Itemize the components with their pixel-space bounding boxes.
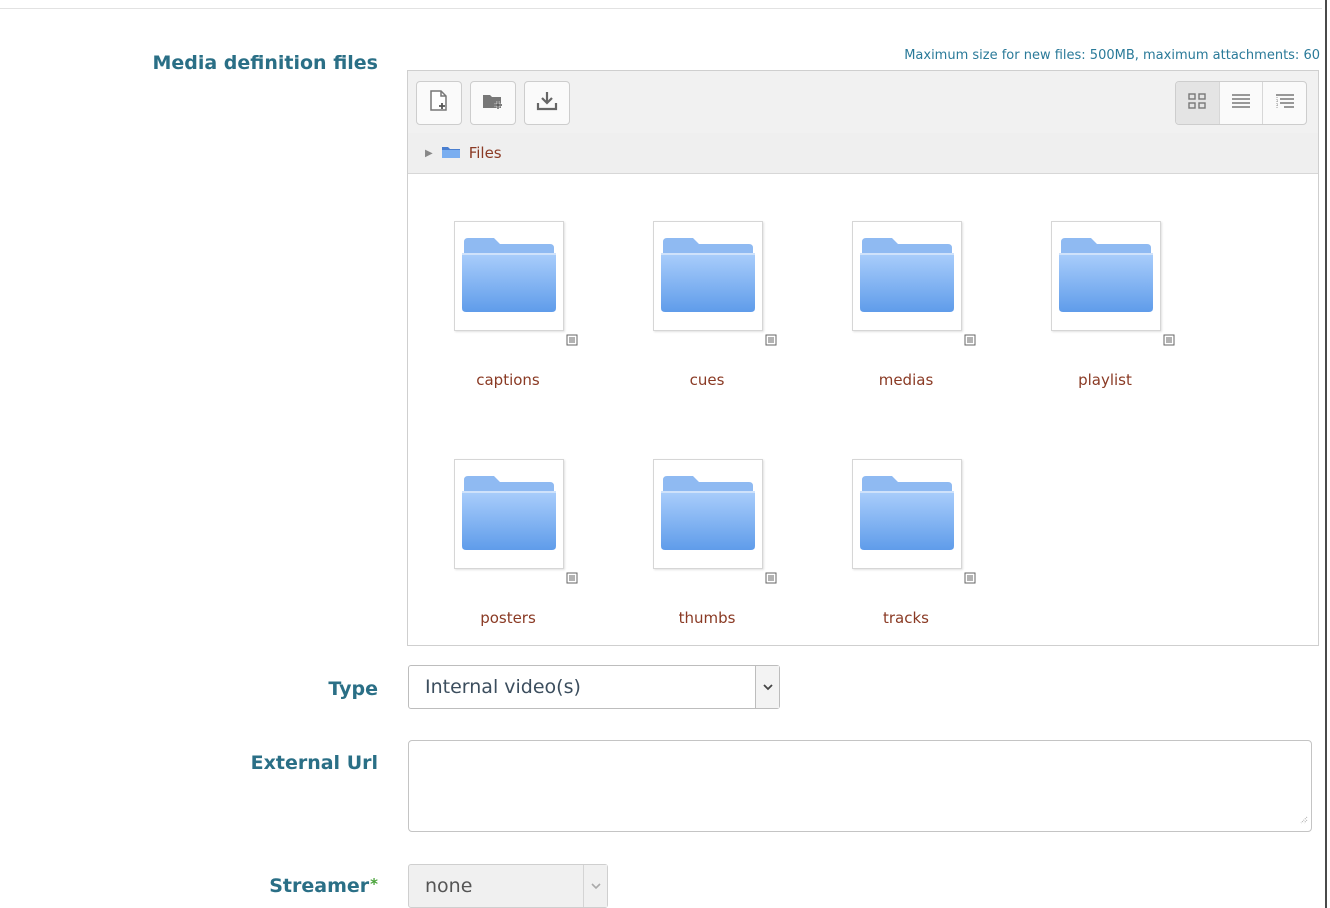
create-folder-icon bbox=[481, 90, 505, 116]
folder-icon bbox=[460, 234, 558, 318]
streamer-label-text: Streamer bbox=[269, 875, 370, 897]
add-file-button[interactable] bbox=[416, 81, 462, 125]
type-select[interactable]: Internal video(s) bbox=[408, 665, 780, 709]
folder-tile-thumbs[interactable]: thumbs bbox=[607, 459, 807, 659]
folder-thumbnail[interactable] bbox=[454, 221, 564, 331]
folder-tile-tracks[interactable]: tracks bbox=[806, 459, 1006, 659]
folder-name[interactable]: captions bbox=[408, 371, 608, 389]
right-border bbox=[1325, 0, 1327, 908]
folder-icon bbox=[659, 472, 757, 556]
folder-icon bbox=[441, 144, 461, 163]
folder-icon bbox=[858, 472, 956, 556]
download-button[interactable] bbox=[524, 81, 570, 125]
folder-name[interactable]: thumbs bbox=[607, 609, 807, 627]
external-url-textarea[interactable] bbox=[408, 740, 1312, 832]
chevron-down-icon bbox=[583, 865, 607, 907]
folder-name[interactable]: medias bbox=[806, 371, 1006, 389]
tree-view-icon bbox=[1274, 92, 1296, 114]
create-folder-button[interactable] bbox=[470, 81, 516, 125]
file-info-icon[interactable] bbox=[765, 569, 777, 588]
folder-tile-playlist[interactable]: playlist bbox=[1005, 221, 1205, 421]
folder-tile-posters[interactable]: posters bbox=[408, 459, 608, 659]
tree-view-button[interactable] bbox=[1263, 82, 1306, 124]
media-files-label: Media definition files bbox=[152, 52, 378, 74]
folder-name[interactable]: cues bbox=[607, 371, 807, 389]
folder-thumbnail[interactable] bbox=[653, 221, 763, 331]
breadcrumb-folder-files[interactable]: Files bbox=[469, 144, 502, 162]
breadcrumb: ▶ Files bbox=[408, 133, 1318, 174]
icons-view-button[interactable] bbox=[1176, 82, 1220, 124]
list-view-icon bbox=[1230, 92, 1252, 114]
add-file-icon bbox=[428, 89, 450, 117]
file-info-icon[interactable] bbox=[765, 331, 777, 350]
folder-tile-cues[interactable]: cues bbox=[607, 221, 807, 421]
streamer-label: Streamer* bbox=[269, 875, 378, 897]
file-manager-toolbar bbox=[408, 71, 1318, 134]
view-switcher bbox=[1175, 81, 1307, 125]
streamer-select-value: none bbox=[425, 875, 473, 897]
file-info-icon[interactable] bbox=[566, 331, 578, 350]
folder-name[interactable]: posters bbox=[408, 609, 608, 627]
folder-icon bbox=[460, 472, 558, 556]
folder-thumbnail[interactable] bbox=[454, 459, 564, 569]
folder-thumbnail[interactable] bbox=[1051, 221, 1161, 331]
type-label: Type bbox=[328, 678, 378, 700]
folder-icon bbox=[858, 234, 956, 318]
file-info-icon[interactable] bbox=[1163, 331, 1175, 350]
grid-view-icon bbox=[1187, 92, 1207, 114]
file-info-icon[interactable] bbox=[964, 569, 976, 588]
download-icon bbox=[535, 90, 559, 116]
top-divider bbox=[0, 8, 1322, 9]
expand-arrow-icon[interactable]: ▶ bbox=[425, 148, 433, 159]
folder-icon bbox=[659, 234, 757, 318]
required-mark: * bbox=[370, 875, 378, 893]
resize-grip-icon[interactable] bbox=[1298, 809, 1308, 828]
type-select-value: Internal video(s) bbox=[425, 676, 581, 698]
folder-thumbnail[interactable] bbox=[653, 459, 763, 569]
folder-icon bbox=[1057, 234, 1155, 318]
folder-tile-medias[interactable]: medias bbox=[806, 221, 1006, 421]
chevron-down-icon bbox=[755, 666, 779, 708]
folder-thumbnail[interactable] bbox=[852, 221, 962, 331]
folder-name[interactable]: playlist bbox=[1005, 371, 1205, 389]
folder-thumbnail[interactable] bbox=[852, 459, 962, 569]
file-info-icon[interactable] bbox=[964, 331, 976, 350]
file-info-icon[interactable] bbox=[566, 569, 578, 588]
folder-name[interactable]: tracks bbox=[806, 609, 1006, 627]
external-url-label: External Url bbox=[250, 752, 378, 774]
max-size-info: Maximum size for new files: 500MB, maxim… bbox=[904, 48, 1320, 63]
file-manager: ▶ Files captions cues medias playlist po… bbox=[407, 70, 1319, 646]
streamer-select[interactable]: none bbox=[408, 864, 608, 908]
list-view-button[interactable] bbox=[1220, 82, 1264, 124]
folder-tile-captions[interactable]: captions bbox=[408, 221, 608, 421]
